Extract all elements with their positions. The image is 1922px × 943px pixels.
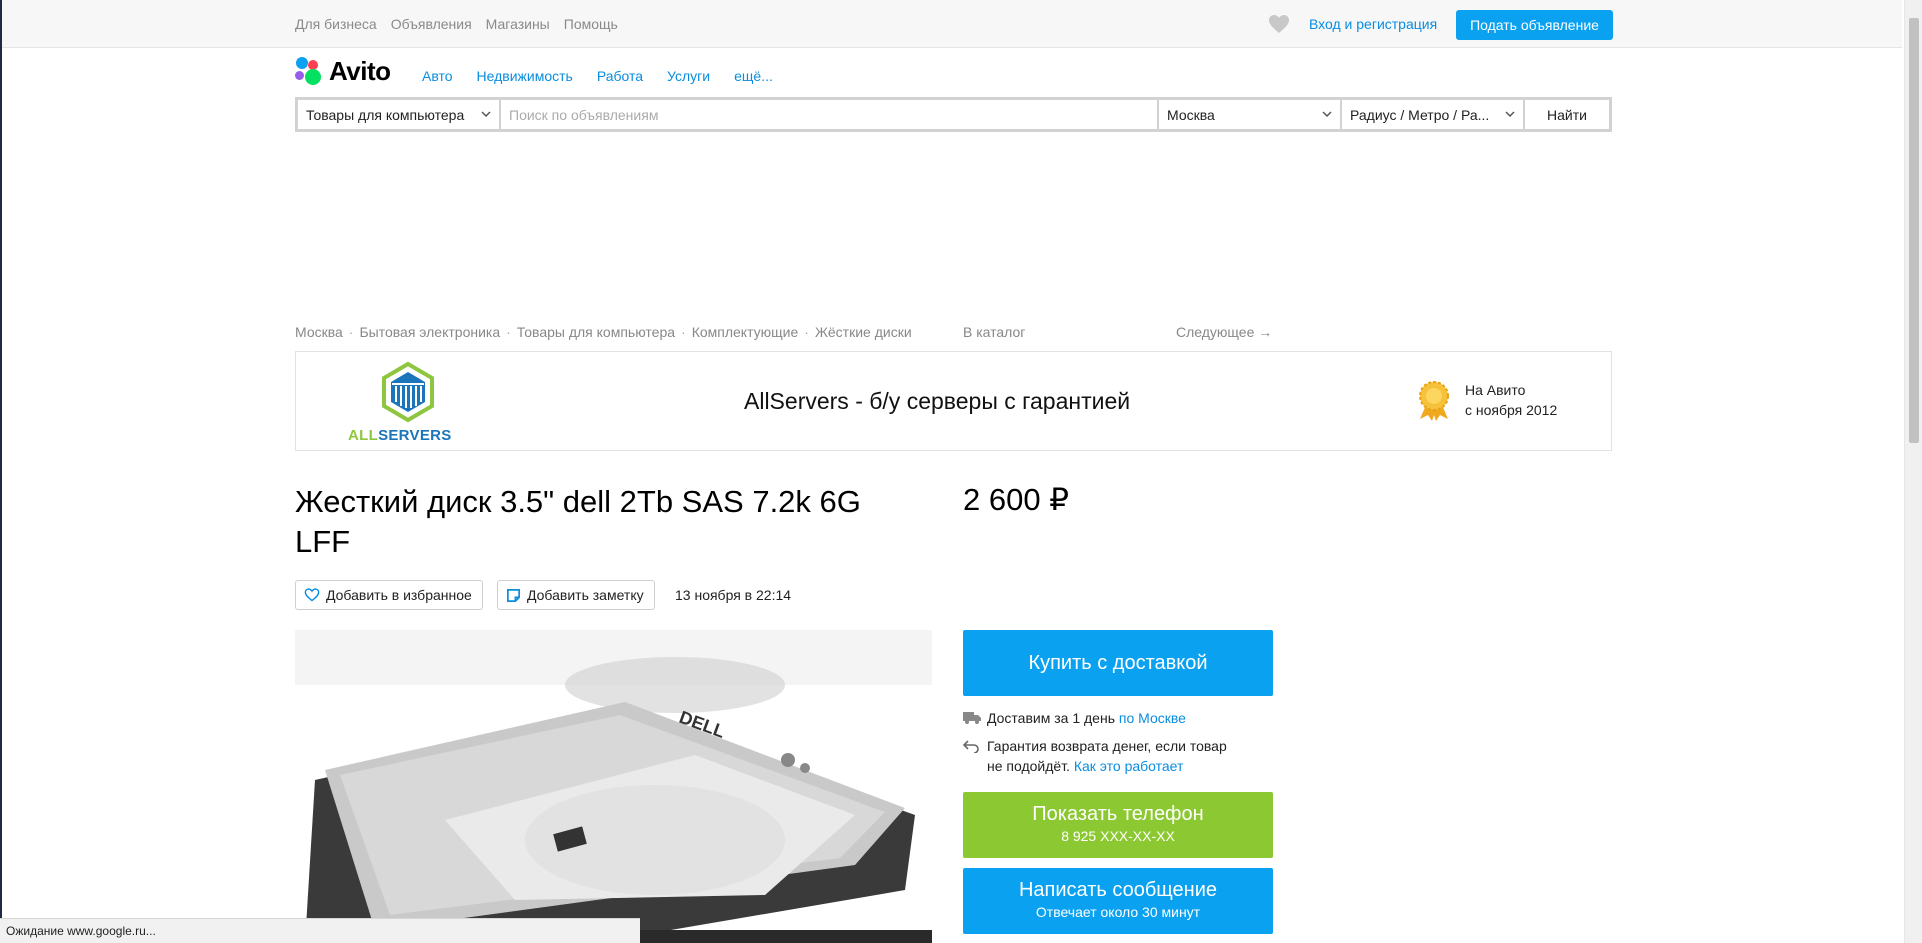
note-icon: [507, 588, 520, 602]
breadcrumb: Москва · Бытовая электроника · Товары для …: [295, 324, 912, 340]
browser-status-bar: Ожидание www.google.ru...: [0, 918, 640, 943]
write-message-button[interactable]: Написать сообщение Отвечает около 30 мин…: [963, 868, 1273, 934]
chevron-down-icon: [1322, 111, 1332, 118]
write-message-label: Написать сообщение: [1018, 879, 1217, 901]
add-note-button[interactable]: Добавить заметку: [497, 580, 655, 610]
shop-title: AllServers - б/у серверы с гарантией: [744, 388, 1131, 414]
listing-date: 13 ноября в 22:14: [675, 587, 792, 603]
hard-drive-image: DELL: [295, 630, 932, 943]
breadcrumb-item[interactable]: Товары для компьютера: [517, 324, 675, 340]
show-phone-button[interactable]: Показать телефон 8 925 XXX-XX-XX: [963, 792, 1273, 858]
logo-text: Avito: [329, 55, 391, 86]
nav-item-jobs[interactable]: Работа: [597, 68, 643, 84]
buy-with-delivery-button[interactable]: Купить с доставкой: [963, 630, 1273, 696]
search-bar: Товары для компьютера Москва Радиус / Ме…: [295, 97, 1612, 132]
medal-icon: [1419, 381, 1449, 421]
category-nav: Авто Недвижимость Работа Услуги ещё...: [422, 68, 773, 84]
next-listing-link[interactable]: Следующее →: [1176, 324, 1272, 340]
radius-select[interactable]: Радиус / Метро / Ра...: [1342, 100, 1525, 129]
delivery-info: Доставим за 1 день по Москве: [963, 708, 1186, 728]
shop-since: На Авито с ноября 2012: [1465, 382, 1558, 418]
phone-number-masked: 8 925 XXX-XX-XX: [1061, 828, 1175, 844]
scrollbar-thumb[interactable]: [1909, 18, 1919, 443]
shop-logo-text: ALLSERVERS: [348, 427, 452, 444]
chevron-down-icon: [481, 111, 491, 118]
how-it-works-link[interactable]: Как это работает: [1074, 758, 1184, 774]
add-favorite-button[interactable]: Добавить в избранное: [295, 580, 483, 610]
city-select-value: Москва: [1167, 106, 1215, 123]
guarantee-info: Гарантия возврата денег, если товар не п…: [963, 736, 1227, 776]
breadcrumb-item[interactable]: Москва: [295, 324, 343, 340]
listing-price: 2 600 ₽: [963, 482, 1069, 517]
category-select-value: Товары для компьютера: [306, 106, 465, 123]
show-phone-label: Показать телефон: [1032, 803, 1204, 825]
radius-select-value: Радиус / Метро / Ра...: [1350, 106, 1490, 123]
add-note-label: Добавить заметку: [527, 587, 644, 603]
truck-icon: [963, 712, 981, 724]
breadcrumb-item[interactable]: Бытовая электроника: [359, 324, 500, 340]
listing-photo[interactable]: DELL: [295, 630, 932, 943]
favorites-heart-icon[interactable]: [1268, 14, 1290, 34]
post-ad-button[interactable]: Подать объявление: [1456, 10, 1613, 40]
nav-item-more[interactable]: ещё...: [734, 68, 773, 84]
search-input[interactable]: [501, 100, 1159, 129]
top-link-help[interactable]: Помощь: [564, 16, 618, 32]
category-select[interactable]: Товары для компьютера: [298, 100, 501, 129]
logo-dots-icon: [294, 55, 326, 87]
top-link-shops[interactable]: Магазины: [486, 16, 550, 32]
shop-banner[interactable]: ALLSERVERS AllServers - б/у серверы с га…: [295, 351, 1612, 451]
delivery-city-link[interactable]: по Москве: [1119, 710, 1186, 726]
top-link-ads[interactable]: Объявления: [391, 16, 472, 32]
city-select[interactable]: Москва: [1159, 100, 1342, 129]
listing-title: Жесткий диск 3.5" dell 2Tb SAS 7.2k 6G L…: [295, 484, 861, 559]
login-link[interactable]: Вход и регистрация: [1309, 16, 1437, 32]
breadcrumb-item[interactable]: Жёсткие диски: [815, 324, 912, 340]
heart-outline-icon: [304, 588, 320, 602]
delivery-text: Доставим за 1 день: [987, 710, 1119, 726]
nav-item-realty[interactable]: Недвижимость: [477, 68, 573, 84]
page-scrollbar[interactable]: [1904, 0, 1922, 943]
response-time: Отвечает около 30 минут: [1035, 904, 1201, 920]
nav-item-services[interactable]: Услуги: [667, 68, 710, 84]
nav-item-auto[interactable]: Авто: [422, 68, 453, 84]
top-link-business[interactable]: Для бизнеса: [295, 16, 377, 32]
guarantee-text-line2: не подойдёт.: [987, 758, 1074, 774]
add-favorite-label: Добавить в избранное: [326, 587, 472, 603]
chevron-down-icon: [1505, 111, 1515, 118]
breadcrumb-item[interactable]: Комплектующие: [692, 324, 799, 340]
avito-logo[interactable]: Avito: [294, 55, 391, 87]
return-arrow-icon: [963, 740, 979, 753]
top-links: Для бизнеса Объявления Магазины Помощь: [295, 16, 618, 32]
guarantee-text-line1: Гарантия возврата денег, если товар: [987, 738, 1227, 754]
search-submit-button[interactable]: Найти: [1525, 100, 1609, 129]
top-bar: Для бизнеса Объявления Магазины Помощь В…: [2, 0, 1902, 48]
catalog-link[interactable]: В каталог: [963, 324, 1025, 340]
window-frame-edge: [0, 0, 2, 943]
